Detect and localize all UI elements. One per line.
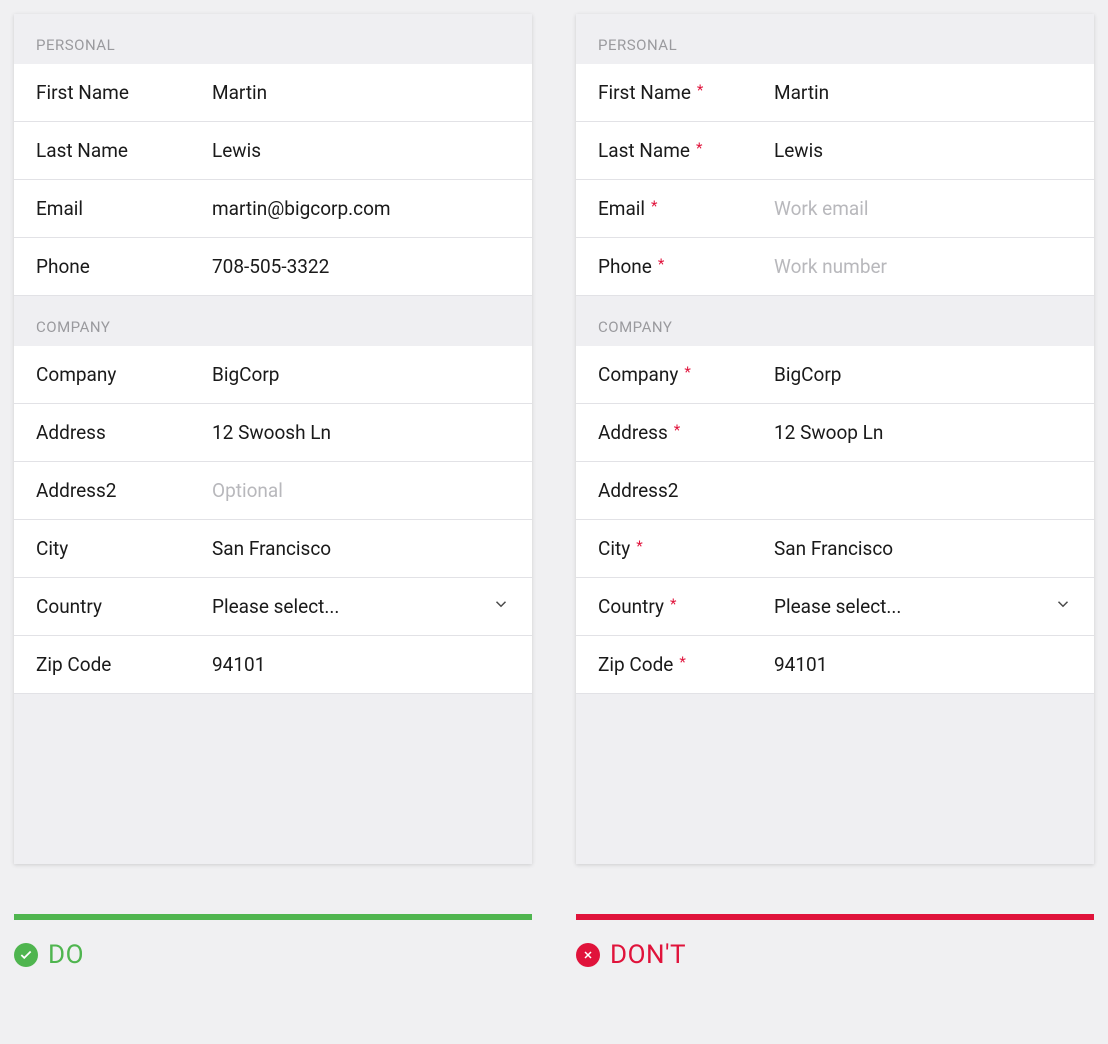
accent-bar bbox=[14, 914, 532, 920]
do-label: DO bbox=[48, 940, 84, 970]
address2-input[interactable] bbox=[774, 479, 1072, 502]
required-indicator: * bbox=[684, 363, 690, 381]
field-row-first-name: First Name bbox=[14, 64, 532, 122]
field-label: Company bbox=[598, 363, 678, 386]
chevron-down-icon bbox=[492, 595, 510, 618]
field-row-address: Address * bbox=[576, 404, 1094, 462]
country-select[interactable]: Please select... bbox=[774, 595, 1072, 618]
dont-footer: DON'T bbox=[576, 914, 1094, 970]
accent-bar bbox=[576, 914, 1094, 920]
field-label: Phone bbox=[36, 255, 212, 278]
field-label: Last Name bbox=[598, 139, 690, 162]
zip-input[interactable] bbox=[212, 653, 510, 676]
section-header-company: COMPANY bbox=[576, 296, 1094, 346]
field-label: Country bbox=[598, 595, 664, 618]
field-row-first-name: First Name * bbox=[576, 64, 1094, 122]
field-label: Company bbox=[36, 363, 212, 386]
zip-input[interactable] bbox=[774, 653, 1072, 676]
field-row-country[interactable]: Country * Please select... bbox=[576, 578, 1094, 636]
field-label: Country bbox=[36, 595, 212, 618]
x-circle-icon bbox=[576, 943, 600, 967]
panel-filler bbox=[576, 694, 1094, 864]
field-label: Zip Code bbox=[36, 653, 212, 676]
address-input[interactable] bbox=[212, 421, 510, 444]
required-indicator: * bbox=[658, 255, 664, 273]
first-name-input[interactable] bbox=[774, 81, 1072, 104]
field-row-address2: Address2 bbox=[576, 462, 1094, 520]
field-label: Address2 bbox=[598, 479, 678, 502]
city-input[interactable] bbox=[774, 537, 1072, 560]
field-row-zip: Zip Code * bbox=[576, 636, 1094, 694]
country-select-value: Please select... bbox=[774, 595, 901, 618]
required-indicator: * bbox=[674, 421, 680, 439]
country-select[interactable]: Please select... bbox=[212, 595, 510, 618]
required-indicator: * bbox=[697, 81, 703, 99]
field-row-company: Company * bbox=[576, 346, 1094, 404]
email-input[interactable] bbox=[212, 197, 510, 220]
field-label: Email bbox=[36, 197, 212, 220]
field-label: First Name bbox=[598, 81, 691, 104]
field-label: City bbox=[36, 537, 212, 560]
field-row-phone: Phone * bbox=[576, 238, 1094, 296]
dont-badge: DON'T bbox=[576, 940, 1094, 970]
address2-input[interactable] bbox=[212, 479, 510, 502]
field-row-city: City * bbox=[576, 520, 1094, 578]
country-select-value: Please select... bbox=[212, 595, 339, 618]
section-header-personal: PERSONAL bbox=[576, 14, 1094, 64]
field-row-last-name: Last Name bbox=[14, 122, 532, 180]
email-input[interactable] bbox=[774, 197, 1072, 220]
field-label: Address2 bbox=[36, 479, 212, 502]
field-row-country[interactable]: Country Please select... bbox=[14, 578, 532, 636]
dont-label: DON'T bbox=[610, 940, 686, 970]
field-label: Phone bbox=[598, 255, 652, 278]
phone-input[interactable] bbox=[212, 255, 510, 278]
field-row-address: Address bbox=[14, 404, 532, 462]
field-label: Address bbox=[598, 421, 668, 444]
check-circle-icon bbox=[14, 943, 38, 967]
field-label: Last Name bbox=[36, 139, 212, 162]
city-input[interactable] bbox=[212, 537, 510, 560]
address-input[interactable] bbox=[774, 421, 1072, 444]
panel-filler bbox=[14, 694, 532, 864]
required-indicator: * bbox=[679, 653, 685, 671]
field-row-city: City bbox=[14, 520, 532, 578]
field-row-address2: Address2 bbox=[14, 462, 532, 520]
field-row-company: Company bbox=[14, 346, 532, 404]
required-indicator: * bbox=[696, 139, 702, 157]
field-row-phone: Phone bbox=[14, 238, 532, 296]
last-name-input[interactable] bbox=[774, 139, 1072, 162]
phone-input[interactable] bbox=[774, 255, 1072, 278]
field-label: Zip Code bbox=[598, 653, 673, 676]
required-indicator: * bbox=[651, 197, 657, 215]
field-row-last-name: Last Name * bbox=[576, 122, 1094, 180]
company-input[interactable] bbox=[212, 363, 510, 386]
required-indicator: * bbox=[636, 537, 642, 555]
company-input[interactable] bbox=[774, 363, 1072, 386]
chevron-down-icon bbox=[1054, 595, 1072, 618]
section-header-company: COMPANY bbox=[14, 296, 532, 346]
dont-panel: PERSONAL First Name * Last Name * Email … bbox=[576, 14, 1094, 864]
last-name-input[interactable] bbox=[212, 139, 510, 162]
field-row-email: Email bbox=[14, 180, 532, 238]
field-row-zip: Zip Code bbox=[14, 636, 532, 694]
field-label: Email bbox=[598, 197, 645, 220]
do-panel: PERSONAL First Name Last Name Email Phon… bbox=[14, 14, 532, 864]
do-badge: DO bbox=[14, 940, 532, 970]
first-name-input[interactable] bbox=[212, 81, 510, 104]
field-row-email: Email * bbox=[576, 180, 1094, 238]
field-label: First Name bbox=[36, 81, 212, 104]
field-label: Address bbox=[36, 421, 212, 444]
section-header-personal: PERSONAL bbox=[14, 14, 532, 64]
do-footer: DO bbox=[14, 914, 532, 970]
field-label: City bbox=[598, 537, 630, 560]
required-indicator: * bbox=[670, 595, 676, 613]
